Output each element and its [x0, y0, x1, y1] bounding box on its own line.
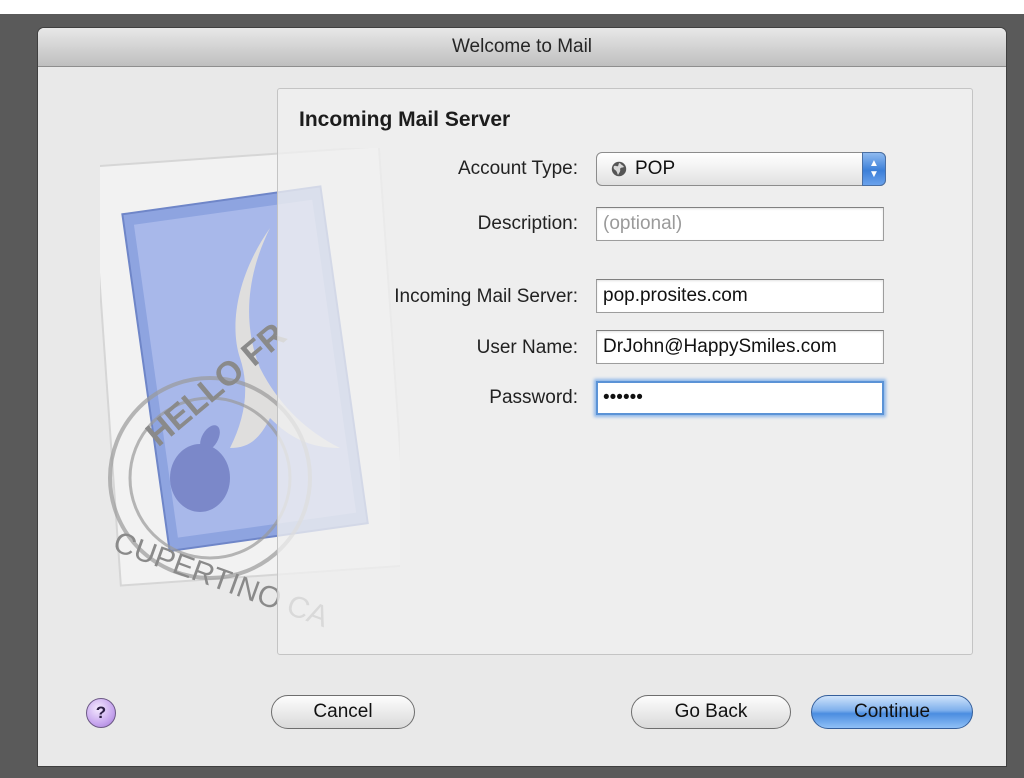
- window-title: Welcome to Mail: [38, 28, 1006, 67]
- select-stepper-icon: ▲ ▼: [862, 152, 886, 186]
- incoming-server-label: Incoming Mail Server:: [394, 286, 578, 307]
- section-heading: Incoming Mail Server: [299, 108, 511, 131]
- user-name-field[interactable]: DrJohn@HappySmiles.com: [596, 330, 884, 364]
- user-name-label: User Name:: [476, 337, 578, 358]
- continue-button[interactable]: Continue: [811, 695, 973, 729]
- mail-setup-window: Welcome to Mail HELLO FR CUPERTINO CA In…: [38, 28, 1006, 766]
- cancel-button[interactable]: Cancel: [271, 695, 415, 729]
- go-back-button[interactable]: Go Back: [631, 695, 791, 729]
- account-type-label: Account Type:: [457, 158, 578, 179]
- password-label: Password:: [489, 387, 578, 408]
- globe-icon: [611, 161, 627, 177]
- account-type-select[interactable]: POP ▲ ▼: [596, 152, 886, 186]
- description-label: Description:: [477, 213, 578, 234]
- help-button[interactable]: ?: [86, 698, 116, 728]
- password-field[interactable]: ••••••: [596, 381, 884, 415]
- account-type-value: POP: [635, 158, 676, 179]
- description-field[interactable]: (optional): [596, 207, 884, 241]
- incoming-server-field[interactable]: pop.prosites.com: [596, 279, 884, 313]
